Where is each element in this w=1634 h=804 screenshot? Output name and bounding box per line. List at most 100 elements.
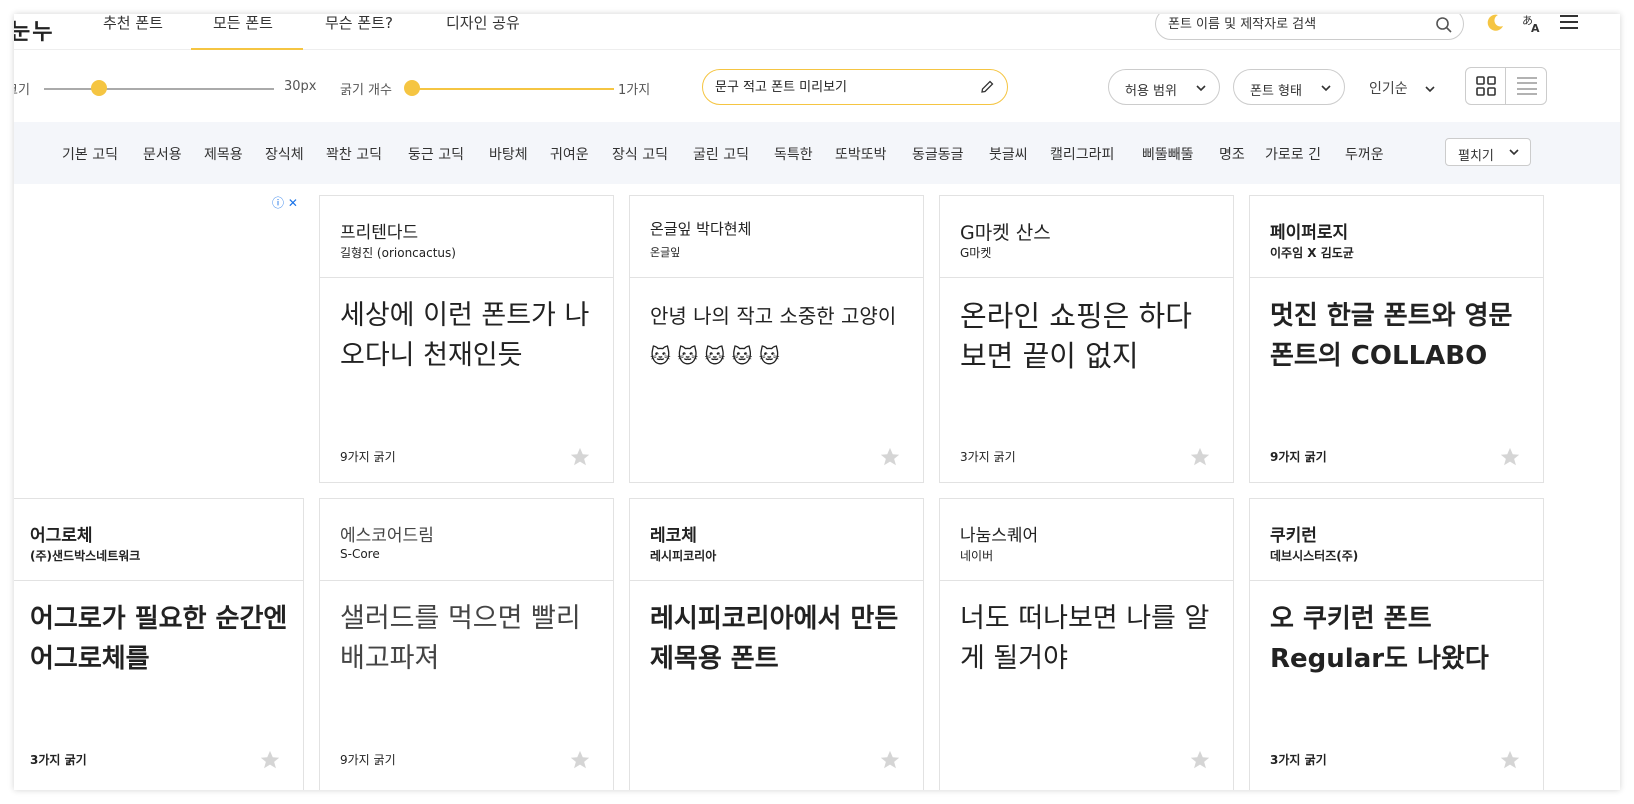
font-card[interactable]: 쿠키런 데브시스터즈(주) 오 쿠키런 폰트 Regular도 나왔다 3가지 … <box>1249 498 1544 790</box>
star-icon[interactable] <box>569 446 591 468</box>
font-maker: 길형진 (orioncactus) <box>340 246 456 260</box>
site-logo[interactable]: 눈누 <box>14 14 54 46</box>
font-maker: 데브시스터즈(주) <box>1270 549 1359 563</box>
preview-text-box <box>702 69 1008 105</box>
font-weight-count: 3가지 굵기 <box>960 450 1016 464</box>
menu-icon[interactable] <box>1558 14 1580 33</box>
font-card-header: 나눔스퀘어 네이버 <box>940 499 1233 581</box>
category-tag[interactable]: 바탕체 <box>489 144 528 164</box>
nav-recommended[interactable]: 추천 폰트 <box>103 14 163 50</box>
sort-dropdown[interactable]: 인기순 <box>1369 78 1436 98</box>
star-icon[interactable] <box>1189 749 1211 771</box>
category-tag[interactable]: 가로로 긴 <box>1265 144 1321 164</box>
font-maker: S-Core <box>340 547 380 561</box>
font-maker: 이주임 X 김도균 <box>1270 246 1354 260</box>
category-tag[interactable]: 제목용 <box>204 144 243 164</box>
grid-view-button[interactable] <box>1466 68 1506 104</box>
star-icon[interactable] <box>1499 749 1521 771</box>
weight-slider-track[interactable] <box>414 88 614 90</box>
font-card-header: 어그로체 (주)샌드박스네트워크 <box>14 499 303 581</box>
nav-all-fonts[interactable]: 모든 폰트 <box>191 14 303 50</box>
search-input[interactable] <box>1168 17 1428 32</box>
font-name: 나눔스퀘어 <box>960 526 1039 546</box>
font-weight-count: 9가지 굵기 <box>340 753 396 767</box>
page-viewport: 눈누 추천 폰트 모든 폰트 무슨 폰트? 디자인 공유 あ A 크기 <box>14 14 1620 790</box>
font-card-header: 에스코어드림 S-Core <box>320 499 613 581</box>
search-icon[interactable] <box>1435 16 1453 34</box>
font-card[interactable]: 페이퍼로지 이주임 X 김도균 멋진 한글 폰트와 영문 폰트의 COLLABO… <box>1249 195 1544 483</box>
star-icon[interactable] <box>879 749 901 771</box>
category-tag[interactable]: 꽉찬 고딕 <box>326 144 382 164</box>
category-tag[interactable]: 장식체 <box>265 144 304 164</box>
weight-count-value: 1가지 <box>618 83 651 98</box>
ad-choices-icons[interactable]: ⓘ ✕ <box>272 194 298 211</box>
pencil-icon[interactable] <box>979 79 995 95</box>
list-view-button[interactable] <box>1507 68 1547 104</box>
weight-slider-handle[interactable] <box>404 80 420 96</box>
font-maker: 온글잎 <box>650 246 681 259</box>
license-filter-dropdown[interactable]: 허용 범위 <box>1108 69 1220 105</box>
font-sample-text: 온라인 쇼핑은 하다 보면 끝이 없지 <box>960 299 1192 373</box>
font-card[interactable]: G마켓 산스 G마켓 온라인 쇼핑은 하다 보면 끝이 없지 3가지 굵기 <box>939 195 1234 483</box>
font-card-header: 온글잎 박다현체 온글잎 <box>630 196 923 278</box>
category-tag[interactable]: 삐뚤빼뚤 <box>1142 144 1194 164</box>
category-tag[interactable]: 동글동글 <box>912 144 964 164</box>
font-card[interactable]: 에스코어드림 S-Core 샐러드를 먹으면 빨리 배고파져 9가지 굵기 <box>319 498 614 790</box>
list-view-icon <box>1517 77 1537 95</box>
expand-categories-button[interactable]: 펼치기 <box>1445 138 1531 166</box>
category-tag[interactable]: 붓글씨 <box>989 144 1028 164</box>
size-slider-handle[interactable] <box>91 80 107 96</box>
translate-icon[interactable]: あ A <box>1521 14 1543 34</box>
category-tag[interactable]: 두꺼운 <box>1345 144 1384 164</box>
category-tag[interactable]: 기본 고딕 <box>62 144 118 164</box>
font-card-header: 프리텐다드 길형진 (orioncactus) <box>320 196 613 278</box>
size-slider-track[interactable] <box>44 88 274 90</box>
font-card[interactable]: 레코체 레시피코리아 레시피코리아에서 만든 제목용 폰트 <box>629 498 924 790</box>
star-icon[interactable] <box>569 749 591 771</box>
category-tag[interactable]: 귀여운 <box>550 144 589 164</box>
chevron-down-icon <box>1321 85 1331 92</box>
chevron-down-icon <box>1196 85 1206 92</box>
dark-mode-moon-icon[interactable] <box>1484 14 1506 34</box>
category-tag[interactable]: 장식 고딕 <box>612 144 668 164</box>
view-toggle <box>1465 67 1547 105</box>
star-icon[interactable] <box>1189 446 1211 468</box>
font-sample-text: 레시피코리아에서 만든 제목용 폰트 <box>650 604 899 674</box>
top-navigation: 눈누 추천 폰트 모든 폰트 무슨 폰트? 디자인 공유 あ A <box>14 14 1620 50</box>
font-card-header: 쿠키런 데브시스터즈(주) <box>1250 499 1543 581</box>
category-tag[interactable]: 둥근 고딕 <box>408 144 464 164</box>
nav-design-share[interactable]: 디자인 공유 <box>446 14 520 50</box>
font-sample-text: 어그로가 필요한 순간엔 어그로체를 <box>30 604 288 674</box>
category-tag[interactable]: 굴린 고딕 <box>693 144 749 164</box>
font-card[interactable]: 온글잎 박다현체 온글잎 안녕 나의 작고 소중한 고양이 🐱 🐱 🐱 🐱 🐱 <box>629 195 924 483</box>
expand-label: 펼치기 <box>1458 149 1494 164</box>
category-tag[interactable]: 또박또박 <box>835 144 887 164</box>
category-tag[interactable]: 캘리그라피 <box>1050 144 1114 164</box>
star-icon[interactable] <box>879 446 901 468</box>
star-icon[interactable] <box>259 749 281 771</box>
font-sample-text: 세상에 이런 폰트가 나오다니 천재인듯 <box>340 300 590 371</box>
font-name: 쿠키런 <box>1270 526 1317 546</box>
category-tag[interactable]: 독특한 <box>774 144 813 164</box>
preview-text-input[interactable] <box>715 80 975 95</box>
font-type-dropdown[interactable]: 폰트 형태 <box>1233 69 1345 105</box>
font-weight-count: 3가지 굵기 <box>30 753 87 767</box>
font-sample-text: 안녕 나의 작고 소중한 고양이 🐱 🐱 🐱 🐱 🐱 <box>650 304 897 368</box>
nav-which-font[interactable]: 무슨 폰트? <box>325 14 393 50</box>
font-card[interactable]: 어그로체 (주)샌드박스네트워크 어그로가 필요한 순간엔 어그로체를 3가지 … <box>14 498 304 790</box>
font-card-header: 페이퍼로지 이주임 X 김도균 <box>1250 196 1543 278</box>
font-card-header: 레코체 레시피코리아 <box>630 499 923 581</box>
svg-text:A: A <box>1531 22 1540 34</box>
star-icon[interactable] <box>1499 446 1521 468</box>
font-sample-text: 너도 떠나보면 나를 알게 될거야 <box>960 603 1210 674</box>
font-card[interactable]: 프리텐다드 길형진 (orioncactus) 세상에 이런 폰트가 나오다니 … <box>319 195 614 483</box>
category-tag[interactable]: 문서용 <box>143 144 182 164</box>
font-maker: (주)샌드박스네트워크 <box>30 549 141 563</box>
font-sample-text: 오 쿠키런 폰트 Regular도 나왔다 <box>1270 604 1489 674</box>
browser-frame: 눈누 추천 폰트 모든 폰트 무슨 폰트? 디자인 공유 あ A 크기 <box>14 14 1620 790</box>
chevron-down-icon <box>1509 149 1519 156</box>
category-tag[interactable]: 명조 <box>1219 144 1245 164</box>
font-maker: G마켓 <box>960 246 992 260</box>
font-card[interactable]: 나눔스퀘어 네이버 너도 떠나보면 나를 알게 될거야 <box>939 498 1234 790</box>
sort-label: 인기순 <box>1369 81 1408 97</box>
